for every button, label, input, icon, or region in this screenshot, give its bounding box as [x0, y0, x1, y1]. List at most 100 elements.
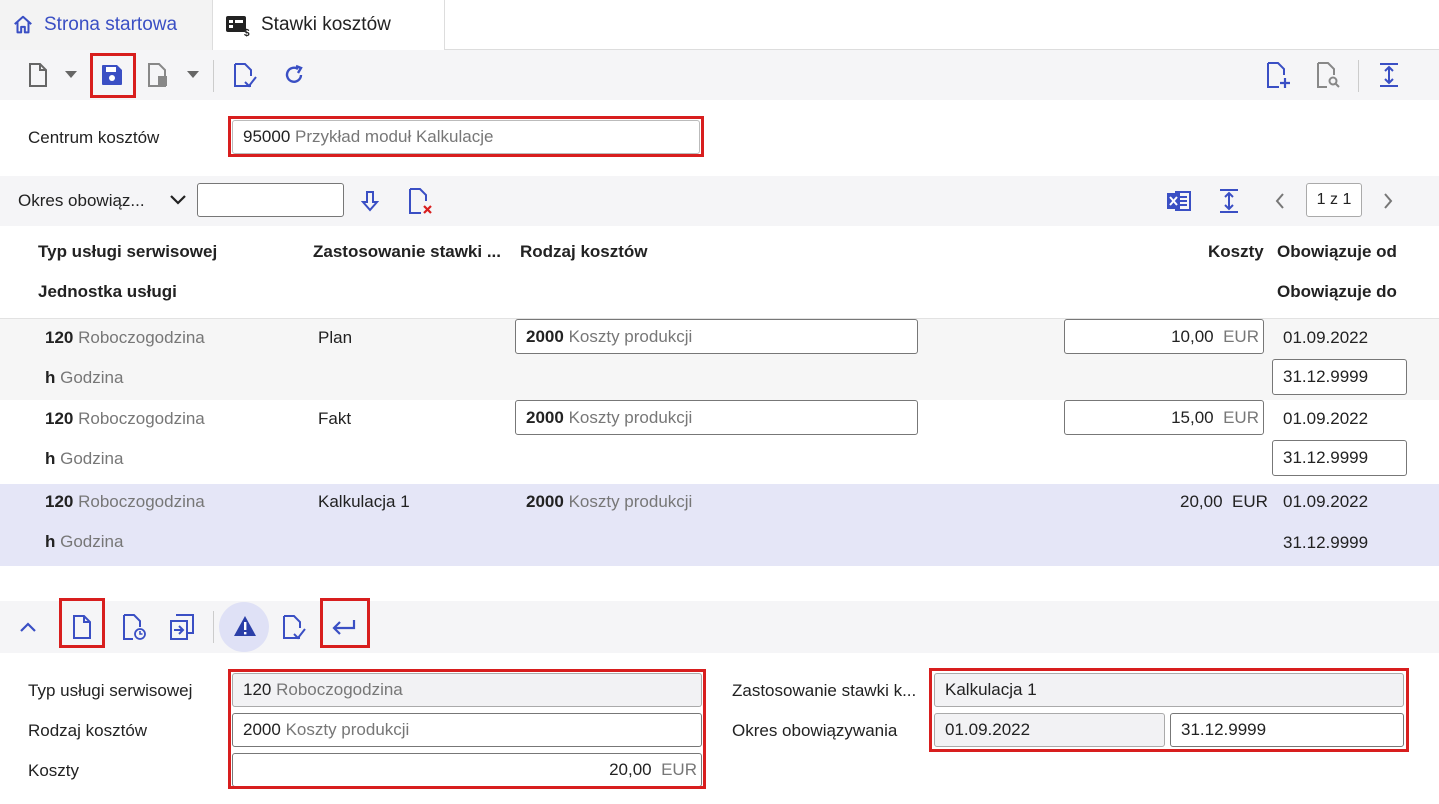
table-row[interactable]: 120 Roboczogodzina h Godzina Fakt 2000 K…	[0, 400, 1439, 482]
unit-name: Godzina	[60, 368, 124, 387]
valid-to: 31.12.9999	[1283, 533, 1369, 552]
toolbar-separator	[1358, 60, 1359, 92]
refresh-button[interactable]	[278, 59, 310, 91]
service-type-name: Roboczogodzina	[78, 492, 205, 511]
history-button[interactable]	[118, 611, 150, 643]
period-filter-input[interactable]	[197, 183, 344, 217]
col-rate-usage[interactable]: Zastosowanie stawki ...	[313, 242, 501, 262]
document-check-icon	[232, 62, 258, 88]
table-row[interactable]: 120 Roboczogodzina h Godzina Plan 2000 K…	[0, 318, 1439, 400]
unit-code: h	[45, 532, 56, 551]
chevron-down-icon[interactable]	[170, 195, 186, 205]
unit-code: h	[45, 449, 56, 468]
costs-value: 20,00	[1180, 492, 1223, 511]
document-delete-icon	[146, 62, 170, 88]
costs-field[interactable]: 10,00 EUR	[1064, 319, 1264, 354]
service-type-name: Roboczogodzina	[78, 409, 205, 428]
detail-usage-label: Zastosowanie stawki k...	[732, 681, 917, 700]
chevron-right-icon	[1383, 193, 1393, 209]
table-expand-button[interactable]	[1213, 185, 1245, 217]
col-service-type[interactable]: Typ usługi serwisowej	[38, 242, 217, 262]
main-toolbar	[0, 50, 1439, 100]
new-row-highlight	[59, 598, 105, 648]
period-filter-label: Okres obowiąz...	[18, 191, 145, 210]
chevron-left-icon	[1275, 193, 1285, 209]
rate-usage: Fakt	[318, 409, 352, 428]
cost-rates-icon: $	[225, 13, 251, 37]
apply-filter-button[interactable]	[354, 185, 386, 217]
copy-icon	[169, 613, 195, 641]
valid-to-field[interactable]: 31.12.9999	[1272, 359, 1407, 395]
validate-button[interactable]	[229, 59, 261, 91]
svg-text:$: $	[244, 28, 250, 37]
cost-type-field[interactable]: 2000 Koszty produkcji	[515, 400, 918, 435]
save-highlight	[90, 53, 136, 98]
collapse-button[interactable]	[12, 611, 44, 643]
validate-row-button[interactable]	[278, 611, 310, 643]
previous-page-button[interactable]	[1264, 185, 1296, 217]
cost-type-field[interactable]: 2000 Koszty produkcji	[515, 319, 918, 354]
new-from-template-button[interactable]	[1262, 59, 1294, 91]
cost-center-highlight	[228, 116, 704, 157]
table-row-selected[interactable]: 120 Roboczogodzina h Godzina Kalkulacja …	[0, 484, 1439, 566]
unit-code: h	[45, 368, 56, 387]
arrow-down-icon	[361, 190, 379, 212]
service-type-code: 120	[45, 328, 74, 347]
tab-home[interactable]: Strona startowa	[0, 0, 212, 50]
valid-to-field[interactable]: 31.12.9999	[1272, 440, 1407, 476]
next-page-button[interactable]	[1372, 185, 1404, 217]
page-indicator: 1 z 1	[1306, 183, 1362, 217]
tab-home-label: Strona startowa	[44, 14, 178, 35]
expand-vertical-icon	[1378, 62, 1400, 88]
tab-bar: Strona startowa $ Stawki kosztów	[0, 0, 1439, 50]
refresh-icon	[283, 64, 305, 86]
rate-usage: Plan	[318, 328, 353, 347]
col-service-unit[interactable]: Jednostka usługi	[38, 282, 177, 302]
col-costs[interactable]: Koszty	[1208, 242, 1264, 262]
warning-icon	[233, 615, 257, 637]
cost-type-code: 2000	[526, 492, 564, 511]
service-type-code: 120	[45, 409, 74, 428]
copy-button[interactable]	[166, 611, 198, 643]
detail-service-type-label: Typ usługi serwisowej	[28, 681, 193, 700]
tab-cost-rates[interactable]: $ Stawki kosztów	[212, 0, 445, 50]
service-type-name: Roboczogodzina	[78, 328, 205, 347]
detail-cost-type-label: Rodzaj kosztów	[28, 721, 148, 740]
new-document-button[interactable]	[22, 59, 54, 91]
cost-center-label: Centrum kosztów	[28, 128, 160, 147]
warning-button[interactable]	[219, 602, 269, 652]
document-check-icon	[281, 614, 307, 640]
expand-vertical-icon	[1218, 188, 1240, 214]
cost-type-name: Koszty produkcji	[568, 492, 693, 511]
col-valid-to[interactable]: Obowiązuje do	[1277, 282, 1397, 302]
col-valid-from[interactable]: Obowiązuje od	[1277, 242, 1397, 262]
delete-document-button[interactable]	[142, 59, 174, 91]
excel-icon	[1166, 189, 1192, 213]
caret-down-icon	[187, 71, 199, 79]
new-dropdown-button[interactable]	[58, 59, 84, 91]
search-document-button[interactable]	[1312, 59, 1344, 91]
toolbar-separator	[213, 60, 214, 92]
rate-usage: Kalkulacja 1	[318, 492, 410, 511]
service-type-code: 120	[45, 492, 74, 511]
costs-currency: EUR	[1232, 492, 1268, 511]
tab-cost-rates-label: Stawki kosztów	[261, 14, 391, 35]
toolbar-separator	[213, 611, 214, 643]
unit-name: Godzina	[60, 449, 124, 468]
detail-right-highlight	[929, 668, 1409, 752]
filter-bar: Okres obowiąz... 1 z 1	[0, 176, 1439, 226]
expand-button[interactable]	[1373, 59, 1405, 91]
delete-dropdown-button[interactable]	[180, 59, 206, 91]
document-clear-icon	[407, 187, 433, 215]
document-search-icon	[1315, 61, 1341, 89]
col-cost-type[interactable]: Rodzaj kosztów	[520, 242, 648, 262]
chevron-up-icon	[20, 622, 36, 632]
costs-field[interactable]: 15,00 EUR	[1064, 400, 1264, 435]
new-document-icon	[27, 62, 49, 88]
detail-costs-label: Koszty	[28, 761, 80, 780]
document-history-icon	[121, 613, 147, 641]
clear-filter-button[interactable]	[404, 185, 436, 217]
unit-name: Godzina	[60, 532, 124, 551]
export-excel-button[interactable]	[1163, 185, 1195, 217]
detail-toolbar	[0, 598, 1439, 653]
